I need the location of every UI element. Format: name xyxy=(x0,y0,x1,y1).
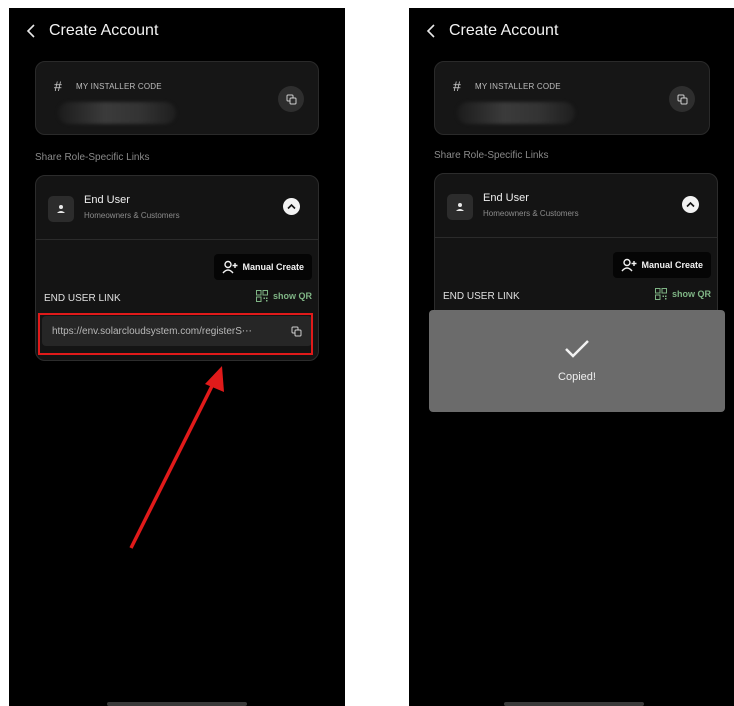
show-qr-button[interactable]: show QR xyxy=(255,290,312,302)
role-subtitle: Homeowners & Customers xyxy=(483,209,579,218)
redacted-code xyxy=(58,102,176,124)
end-user-link-label: END USER LINK xyxy=(44,293,121,304)
role-row-end-user[interactable]: End User Homeowners & Customers xyxy=(435,174,717,238)
manual-create-button[interactable]: Manual Create xyxy=(214,254,312,280)
checkmark-icon xyxy=(565,340,589,358)
copied-toast: Copied! xyxy=(429,310,725,412)
copy-code-button[interactable] xyxy=(278,86,304,112)
back-chevron-icon[interactable] xyxy=(425,23,437,39)
show-qr-label: show QR xyxy=(272,291,312,301)
hash-icon: # xyxy=(54,78,62,94)
page-title: Create Account xyxy=(49,22,159,39)
add-person-icon xyxy=(222,260,238,274)
role-subtitle: Homeowners & Customers xyxy=(84,211,180,220)
installer-code-card: # MY INSTALLER CODE xyxy=(434,61,710,135)
copy-icon xyxy=(677,94,687,104)
person-icon xyxy=(447,194,473,220)
header: Create Account xyxy=(425,20,558,42)
toast-message: Copied! xyxy=(558,371,596,383)
role-row-end-user[interactable]: End User Homeowners & Customers xyxy=(36,176,318,240)
role-name: End User xyxy=(483,192,529,204)
redacted-code xyxy=(457,102,575,124)
home-indicator xyxy=(107,702,247,706)
home-indicator xyxy=(504,702,644,706)
manual-create-button[interactable]: Manual Create xyxy=(613,252,711,278)
copy-code-button[interactable] xyxy=(669,86,695,112)
header: Create Account xyxy=(25,20,158,42)
phone-screen-before: Create Account # MY INSTALLER CODE Share… xyxy=(9,8,345,706)
add-person-icon xyxy=(621,258,637,272)
back-chevron-icon[interactable] xyxy=(25,23,37,39)
installer-code-label: MY INSTALLER CODE xyxy=(475,82,561,91)
show-qr-label: show QR xyxy=(671,289,711,299)
section-label: Share Role-Specific Links xyxy=(35,152,150,163)
qr-code-icon xyxy=(255,290,268,302)
installer-code-label: MY INSTALLER CODE xyxy=(76,82,162,91)
copy-icon xyxy=(286,94,296,104)
collapse-chevron-icon[interactable] xyxy=(283,198,300,215)
show-qr-button[interactable]: show QR xyxy=(654,288,711,300)
page-title: Create Account xyxy=(449,22,559,39)
qr-code-icon xyxy=(654,288,667,300)
section-label: Share Role-Specific Links xyxy=(434,150,549,161)
collapse-chevron-icon[interactable] xyxy=(682,196,699,213)
end-user-link-label: END USER LINK xyxy=(443,291,520,302)
highlight-annotation xyxy=(38,313,313,355)
person-icon xyxy=(48,196,74,222)
manual-create-label: Manual Create xyxy=(242,262,304,272)
installer-code-card: # MY INSTALLER CODE xyxy=(35,61,319,135)
role-name: End User xyxy=(84,194,130,206)
phone-screen-after: Create Account # MY INSTALLER CODE Share… xyxy=(409,8,734,706)
manual-create-label: Manual Create xyxy=(641,260,703,270)
hash-icon: # xyxy=(453,78,461,94)
